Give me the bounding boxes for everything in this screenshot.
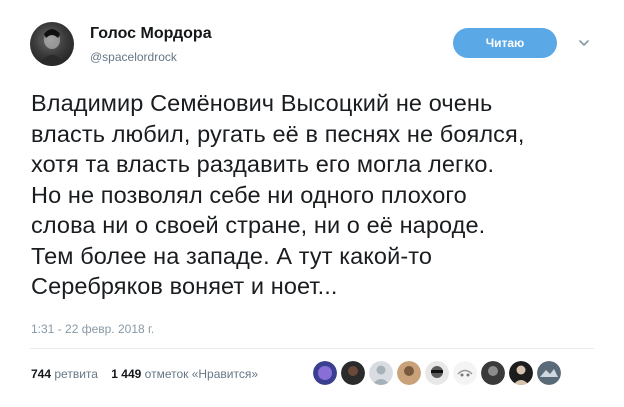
liker-avatar[interactable] — [509, 361, 533, 385]
likes-count[interactable]: 1 449 — [111, 367, 141, 381]
tweet-line: Тем более на западе. А тут какой-то — [31, 242, 433, 269]
display-name[interactable]: Голос Мордора — [90, 25, 212, 43]
tweet-line: хотя та власть раздавить его могла легко… — [31, 151, 495, 177]
tweet-line: Серебряков воняет и ноет... — [31, 273, 338, 299]
liker-avatar[interactable] — [369, 361, 393, 385]
liker-avatar[interactable] — [313, 361, 337, 385]
liker-avatar[interactable] — [453, 361, 477, 385]
user-handle[interactable]: @spacelordrock — [90, 50, 177, 64]
avatar[interactable] — [30, 22, 74, 66]
liker-avatar[interactable] — [425, 361, 449, 385]
tweet-line: слова ни о своей стране, ни о её народе. — [31, 212, 486, 238]
tweet-timestamp[interactable]: 1:31 - 22 февр. 2018 г. — [31, 322, 154, 336]
follow-button[interactable]: Читаю — [453, 28, 557, 58]
likes-label[interactable]: отметок «Нравится» — [145, 367, 258, 381]
liker-avatar[interactable] — [537, 361, 561, 385]
retweets-count[interactable]: 744 — [31, 367, 51, 381]
likers-avatars — [313, 361, 561, 385]
chevron-down-icon[interactable] — [578, 36, 590, 48]
liker-avatar[interactable] — [481, 361, 505, 385]
tweet-stats: 744 ретвита 1 449 отметок «Нравится» — [31, 367, 258, 381]
retweets-label[interactable]: ретвита — [54, 367, 98, 381]
liker-avatar[interactable] — [397, 361, 421, 385]
tweet-text: Владимир Семёнович Высоцкий не очень вла… — [31, 88, 611, 302]
divider — [30, 348, 594, 349]
tweet-line: Владимир Семёнович Высоцкий не очень — [31, 90, 493, 116]
liker-avatar[interactable] — [341, 361, 365, 385]
tweet-line: Но не позволял себе ни одного плохого — [31, 181, 467, 208]
tweet-line: власть любил, ругать её в песнях не боял… — [31, 120, 525, 147]
